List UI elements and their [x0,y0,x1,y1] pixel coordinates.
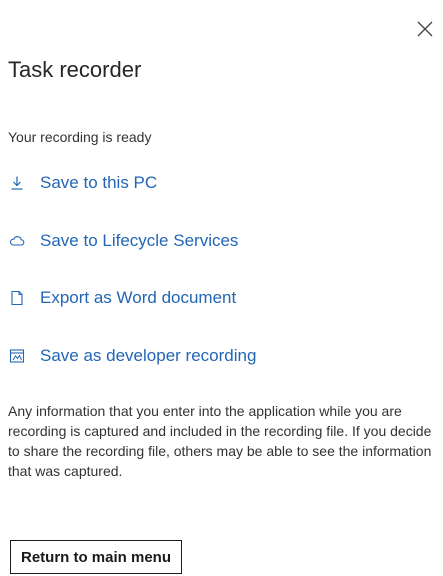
close-icon [414,18,436,40]
task-recorder-panel: Task recorder Your recording is ready Sa… [0,0,443,576]
privacy-notice: Any information that you enter into the … [8,403,432,479]
download-icon [8,174,26,192]
status-text: Your recording is ready [8,129,152,145]
cloud-icon [8,232,26,250]
save-to-lifecycle-services-link[interactable]: Save to Lifecycle Services [8,229,238,253]
save-to-pc-label: Save to this PC [40,173,158,192]
export-word-document-link[interactable]: Export as Word document [8,286,236,310]
document-icon [8,289,26,307]
save-developer-recording-link[interactable]: Save as developer recording [8,344,256,368]
close-button[interactable] [414,18,436,40]
return-to-main-menu-button[interactable]: Return to main menu [10,540,182,574]
save-to-lifecycle-services-label: Save to Lifecycle Services [40,231,239,250]
page-title: Task recorder [8,57,142,82]
developer-recording-icon [8,347,26,365]
save-to-pc-link[interactable]: Save to this PC [8,171,157,195]
save-developer-recording-label: Save as developer recording [40,346,257,365]
export-word-document-label: Export as Word document [40,288,237,307]
